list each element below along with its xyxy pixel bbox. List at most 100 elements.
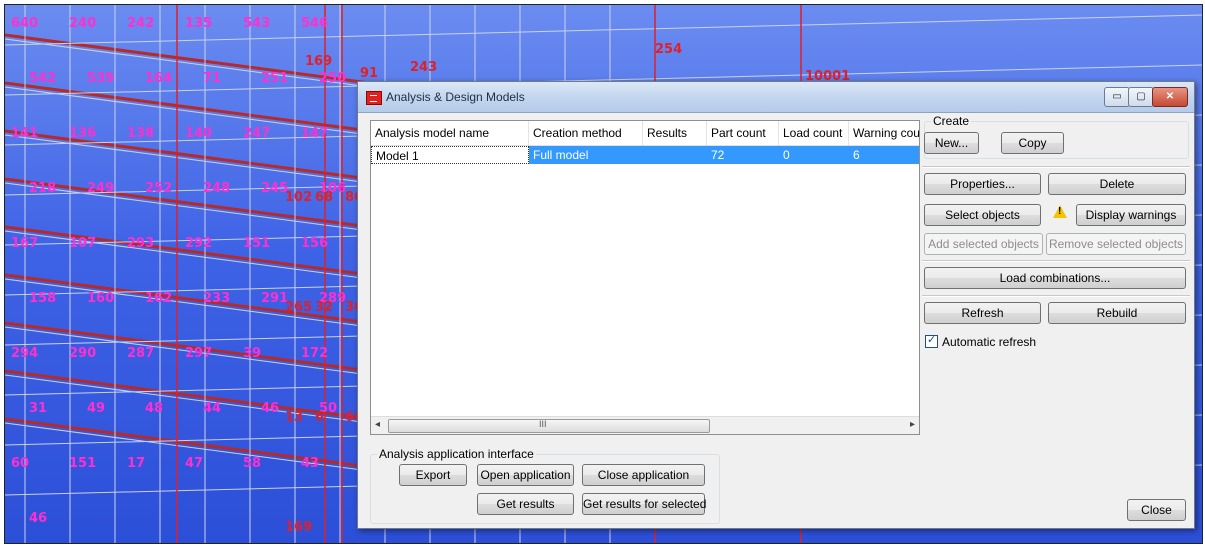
analysis-design-models-dialog: Analysis & Design Models ▭ ▢ ✕ Analysis … bbox=[357, 81, 1195, 529]
select-objects-button[interactable]: Select objects bbox=[924, 204, 1041, 226]
member-label: 254 bbox=[655, 42, 682, 57]
cell-model-name: Model 1 bbox=[371, 146, 529, 164]
member-label: 543 bbox=[243, 16, 270, 31]
add-selected-objects-button[interactable]: Add selected objects bbox=[924, 233, 1043, 255]
open-application-button[interactable]: Open application bbox=[477, 464, 574, 486]
scrollbar-grip: III bbox=[539, 419, 547, 429]
member-label: 135 bbox=[185, 16, 212, 31]
rebuild-button[interactable]: Rebuild bbox=[1048, 302, 1186, 324]
member-label: 233 bbox=[203, 291, 230, 306]
member-label: 248 bbox=[203, 181, 230, 196]
properties-button[interactable]: Properties... bbox=[924, 173, 1041, 195]
column-header-part-count[interactable]: Part count bbox=[707, 121, 779, 145]
member-label: 17 bbox=[127, 456, 145, 471]
load-combinations-button[interactable]: Load combinations... bbox=[924, 267, 1186, 289]
member-label: 167 bbox=[11, 236, 38, 251]
member-label: 252 bbox=[145, 181, 172, 196]
member-label: 91 bbox=[360, 66, 378, 81]
wire-line bbox=[5, 134, 386, 186]
member-label: 169 bbox=[285, 520, 312, 535]
member-label: 640 bbox=[11, 16, 38, 31]
member-label: 13 bbox=[285, 410, 303, 425]
automatic-refresh-checkbox[interactable]: Automatic refresh bbox=[925, 333, 1037, 349]
member-label: 46 bbox=[29, 511, 47, 526]
member-label: 172 bbox=[301, 346, 328, 361]
get-results-button[interactable]: Get results bbox=[477, 493, 574, 515]
member-label: 151 bbox=[69, 456, 96, 471]
member-label: 293 bbox=[127, 236, 154, 251]
member-label: 158 bbox=[29, 291, 56, 306]
column-header-load-count[interactable]: Load count bbox=[779, 121, 849, 145]
refresh-button[interactable]: Refresh bbox=[924, 302, 1041, 324]
member-label: 169 bbox=[305, 54, 332, 69]
remove-selected-objects-button[interactable]: Remove selected objects bbox=[1046, 233, 1186, 255]
member-label: 160 bbox=[87, 291, 114, 306]
member-label: 31 bbox=[29, 401, 47, 416]
delete-button[interactable]: Delete bbox=[1048, 173, 1186, 195]
member-label: 546 bbox=[301, 16, 328, 31]
member-label: 162 bbox=[145, 291, 172, 306]
models-table[interactable]: Analysis model name Creation method Resu… bbox=[370, 120, 920, 435]
cell-results bbox=[643, 146, 707, 164]
member-label: 294 bbox=[11, 346, 38, 361]
wire-line bbox=[5, 374, 386, 426]
scrollbar-thumb[interactable]: III bbox=[388, 419, 710, 433]
close-application-button[interactable]: Close application bbox=[582, 464, 705, 486]
member-label: 542 bbox=[29, 71, 56, 86]
separator bbox=[922, 295, 1190, 297]
minimize-icon[interactable]: ▭ bbox=[1104, 87, 1130, 107]
cell-warning-count: 6 bbox=[849, 146, 919, 164]
table-header: Analysis model name Creation method Resu… bbox=[371, 121, 919, 146]
member-label: 136 bbox=[69, 126, 96, 141]
copy-button[interactable]: Copy bbox=[1001, 132, 1064, 154]
dialog-titlebar[interactable]: Analysis & Design Models ▭ ▢ ✕ bbox=[358, 82, 1194, 113]
table-row[interactable]: Model 1 Full model 72 0 6 bbox=[371, 146, 919, 164]
member-label: 156 bbox=[301, 236, 328, 251]
get-results-for-selected-button[interactable]: Get results for selected bbox=[582, 493, 706, 515]
member-label: 48 bbox=[145, 401, 163, 416]
member-label: 249 bbox=[87, 181, 114, 196]
member-label: 251 bbox=[261, 71, 288, 86]
column-header-creation-method[interactable]: Creation method bbox=[529, 121, 643, 145]
member-label: 240 bbox=[69, 16, 96, 31]
close-icon[interactable]: ✕ bbox=[1152, 87, 1188, 107]
maximize-icon[interactable]: ▢ bbox=[1128, 87, 1154, 107]
member-label: 58 bbox=[243, 456, 261, 471]
display-warnings-button[interactable]: Display warnings bbox=[1076, 204, 1186, 226]
horizontal-scrollbar[interactable]: ◂ III ▸ bbox=[371, 416, 919, 434]
automatic-refresh-label: Automatic refresh bbox=[942, 335, 1037, 349]
member-label: 243 bbox=[410, 60, 437, 75]
member-label: 60 bbox=[11, 456, 29, 471]
separator bbox=[922, 166, 1190, 168]
member-label: 47 bbox=[185, 456, 203, 471]
column-header-warning-count[interactable]: Warning count bbox=[849, 121, 919, 145]
member-label: 151 bbox=[243, 236, 270, 251]
new-button[interactable]: New... bbox=[924, 132, 979, 154]
member-label: 242 bbox=[127, 16, 154, 31]
scroll-left-icon[interactable]: ◂ bbox=[375, 419, 380, 430]
member-label: 164 bbox=[145, 71, 172, 86]
cell-creation-method: Full model bbox=[529, 146, 643, 164]
column-header-results[interactable]: Results bbox=[643, 121, 707, 145]
member-label: 32 bbox=[315, 300, 333, 315]
export-button[interactable]: Export bbox=[399, 464, 467, 486]
member-label: 107 bbox=[69, 236, 96, 251]
interface-group-label: Analysis application interface bbox=[377, 447, 536, 461]
column-header-name[interactable]: Analysis model name bbox=[371, 121, 529, 145]
cell-part-count: 72 bbox=[707, 146, 779, 164]
beam-line bbox=[5, 225, 386, 279]
member-label: 539 bbox=[87, 71, 114, 86]
member-label: 140 bbox=[185, 126, 212, 141]
member-label: 287 bbox=[127, 346, 154, 361]
member-label: 39 bbox=[243, 346, 261, 361]
close-button[interactable]: Close bbox=[1127, 499, 1186, 521]
scroll-right-icon[interactable]: ▸ bbox=[910, 419, 915, 430]
member-label: 297 bbox=[185, 346, 212, 361]
member-label: 218 bbox=[29, 181, 56, 196]
member-label: 6 bbox=[315, 410, 324, 425]
member-label: 141 bbox=[11, 126, 38, 141]
checkbox-checked-icon[interactable] bbox=[925, 333, 938, 348]
member-label: 292 bbox=[185, 236, 212, 251]
create-group-label: Create bbox=[931, 114, 972, 128]
member-label: 265 bbox=[285, 300, 312, 315]
